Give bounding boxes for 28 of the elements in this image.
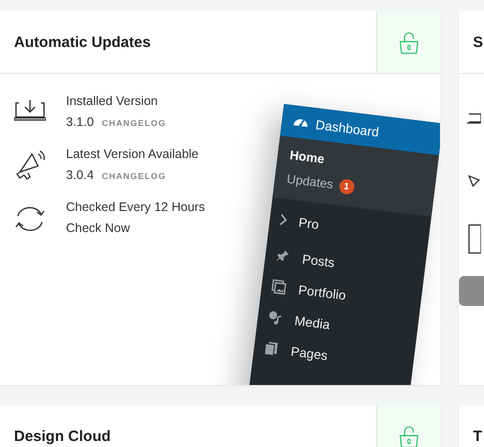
version-number: 3.0.4 [66, 168, 94, 182]
check-now-link[interactable]: Check Now [66, 221, 130, 235]
row-label: Checked Every 12 Hours [66, 200, 205, 214]
pages-icon [263, 340, 280, 357]
card-title: S [472, 34, 484, 50]
card-title: T [472, 428, 484, 444]
menu-item[interactable]: Media [256, 304, 332, 336]
menu-item[interactable]: Portfolio [260, 274, 348, 306]
images-icon [270, 278, 288, 296]
submenu-item[interactable]: Home [288, 145, 326, 170]
version-number: 3.1.0 [66, 115, 94, 129]
camera-music-icon [267, 309, 284, 326]
menu-item[interactable]: Pages [252, 335, 329, 366]
gauge-icon [294, 118, 308, 127]
laptop-icon [467, 112, 481, 124]
menu-item[interactable]: Posts [264, 242, 336, 274]
lock-button[interactable] [376, 11, 440, 73]
card-title: Design Cloud [13, 428, 112, 444]
card-title: Automatic Updates [13, 34, 152, 50]
changelog-link[interactable]: CHANGELOG [102, 171, 166, 181]
menu-header-label[interactable]: Dashboard [314, 116, 380, 140]
chevron-icon [279, 213, 288, 226]
row-label: Installed Version [66, 94, 159, 108]
submenu-item[interactable]: Updates 1 [286, 168, 356, 198]
count-badge: 1 [338, 178, 355, 195]
changelog-link[interactable]: CHANGELOG [102, 118, 166, 128]
row-label: Latest Version Available [66, 147, 199, 161]
menu-item[interactable]: Pro [268, 207, 320, 236]
